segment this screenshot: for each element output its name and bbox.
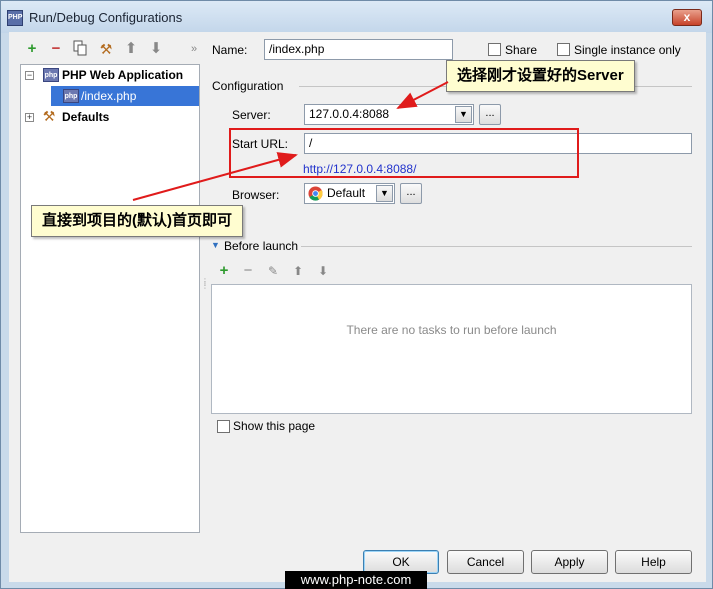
apply-button[interactable]: Apply: [531, 550, 608, 574]
tree-group-label: PHP Web Application: [62, 68, 184, 82]
task-up-icon[interactable]: ⬆: [289, 262, 307, 280]
url-callout: 直接到项目的(默认)首页即可: [31, 205, 243, 237]
task-down-icon[interactable]: ⬇: [314, 262, 332, 280]
server-value: 127.0.0.4:8088: [309, 107, 390, 121]
move-down-icon[interactable]: ⬇: [147, 40, 165, 58]
dropdown-arrow-icon[interactable]: ▼: [376, 185, 393, 202]
config-toolbar: + − ⚒ ⬆ ⬇ »: [23, 40, 203, 60]
before-launch-task-list[interactable]: There are no tasks to run before launch: [211, 284, 692, 414]
share-label: Share: [505, 43, 538, 57]
add-task-icon[interactable]: +: [215, 262, 233, 280]
more-icon[interactable]: »: [185, 40, 203, 58]
chrome-icon: [308, 186, 323, 201]
server-callout: 选择刚才设置好的Server: [446, 60, 635, 92]
cancel-button[interactable]: Cancel: [447, 550, 524, 574]
tree-item-index-php[interactable]: php /index.php: [51, 86, 199, 106]
php-file-icon: php: [63, 89, 79, 103]
remove-task-icon[interactable]: −: [239, 262, 257, 280]
php-run-icon: PHP: [7, 10, 23, 26]
title-bar: PHP Run/Debug Configurations x: [1, 1, 712, 33]
tree-item-php-web-application[interactable]: − php PHP Web Application: [21, 65, 199, 85]
server-combo[interactable]: 127.0.0.4:8088 ▼: [304, 104, 474, 125]
php-icon: php: [43, 68, 59, 82]
collapse-icon[interactable]: −: [25, 71, 34, 80]
show-page-checkbox[interactable]: [217, 420, 230, 433]
dropdown-arrow-icon[interactable]: ▼: [455, 106, 472, 123]
configuration-label: Configuration: [212, 79, 284, 93]
browser-combo[interactable]: Default ▼: [304, 183, 395, 204]
single-instance-checkbox[interactable]: [557, 43, 570, 56]
before-launch-separator: [301, 246, 692, 247]
close-button[interactable]: x: [672, 9, 702, 26]
tools-icon: ⚒: [42, 108, 56, 124]
name-label: Name:: [212, 43, 248, 57]
browser-label: Browser:: [232, 188, 280, 202]
edit-defaults-icon[interactable]: ⚒: [97, 40, 115, 58]
tree-item-defaults[interactable]: + ⚒ Defaults: [21, 107, 199, 127]
edit-task-icon[interactable]: ✎: [264, 262, 282, 280]
show-page-label: Show this page: [233, 419, 316, 433]
before-launch-toggle-icon[interactable]: ▼: [211, 240, 220, 250]
name-input[interactable]: /index.php: [264, 39, 453, 60]
single-instance-label: Single instance only: [574, 43, 681, 57]
remove-icon[interactable]: −: [47, 40, 65, 58]
url-highlight-box: [229, 128, 579, 178]
before-launch-label: Before launch: [224, 239, 299, 253]
empty-tasks-message: There are no tasks to run before launch: [346, 323, 557, 337]
tree-defaults-label: Defaults: [62, 110, 110, 124]
server-label: Server:: [232, 108, 271, 122]
dialog-content: + − ⚒ ⬆ ⬇ » − php PHP Web Application ph…: [9, 32, 706, 582]
server-browse-button[interactable]: ...: [479, 104, 501, 125]
tree-child-label: /index.php: [81, 89, 137, 103]
move-up-icon[interactable]: ⬆: [122, 40, 140, 58]
browser-browse-button[interactable]: ...: [400, 183, 422, 204]
window-title: Run/Debug Configurations: [29, 10, 183, 25]
splitter-handle[interactable]: ⋮ ⋮: [201, 278, 209, 296]
help-button[interactable]: Help: [615, 550, 692, 574]
add-icon[interactable]: +: [23, 40, 41, 58]
expand-icon[interactable]: +: [25, 113, 34, 122]
browser-value: Default: [327, 186, 366, 200]
config-tree: − php PHP Web Application php /index.php…: [20, 64, 200, 533]
copy-icon[interactable]: [71, 40, 89, 58]
share-checkbox[interactable]: [488, 43, 501, 56]
watermark: www.php-note.com: [285, 571, 427, 589]
